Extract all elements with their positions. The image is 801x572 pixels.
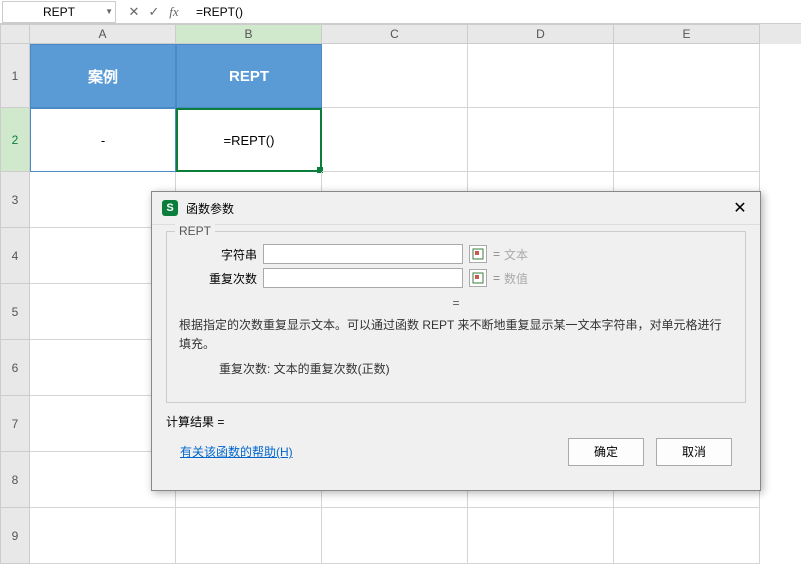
param-label-number: 重复次数 [179,270,263,287]
param-input-number[interactable] [263,268,463,288]
function-description: 根据指定的次数重复显示文本。可以通过函数 REPT 来不断地重复显示某一文本字符… [179,316,733,354]
range-selector-icon[interactable] [469,269,487,287]
row-header-5[interactable]: 5 [0,284,30,340]
row-header-8[interactable]: 8 [0,452,30,508]
accept-formula-icon[interactable]: ✓ [146,4,162,20]
cell-B2[interactable]: =REPT() [176,108,322,172]
cell-C2[interactable] [322,108,468,172]
function-name-label: REPT [175,224,215,238]
calc-result-label: 计算结果 = [166,413,746,430]
col-header-A[interactable]: A [30,24,176,44]
dialog-title: 函数参数 [186,200,730,217]
select-all-corner[interactable] [0,24,30,44]
cell-A9[interactable] [30,508,176,564]
row-header-1[interactable]: 1 [0,44,30,108]
equals-label: = [493,247,500,261]
formula-input[interactable] [190,1,801,23]
row-header-9[interactable]: 9 [0,508,30,564]
app-icon: S [162,200,178,216]
row-header-2[interactable]: 2 [0,108,30,172]
cell-D2[interactable] [468,108,614,172]
cancel-formula-icon[interactable]: ✕ [126,4,142,20]
col-header-E[interactable]: E [614,24,760,44]
dialog-titlebar[interactable]: S 函数参数 ✕ [152,192,760,225]
cell-A2[interactable]: - [30,108,176,172]
cell-C1[interactable] [322,44,468,108]
cell-B1[interactable]: REPT [176,44,322,108]
cell-B9[interactable] [176,508,322,564]
name-box[interactable]: REPT ▼ [2,1,116,23]
param-hint-text: 文本 [504,246,528,263]
range-selector-icon[interactable] [469,245,487,263]
cell-E1[interactable] [614,44,760,108]
cell-A1[interactable]: 案例 [30,44,176,108]
help-link[interactable]: 有关该函数的帮助(H) [180,443,293,460]
param-hint-number: 数值 [504,270,528,287]
params-fieldset: REPT 字符串 = 文本 重复次数 = 数值 = 根据指定的次数 [166,231,746,403]
chevron-down-icon[interactable]: ▼ [105,7,113,16]
row-header-6[interactable]: 6 [0,340,30,396]
row-header-3[interactable]: 3 [0,172,30,228]
cell-C9[interactable] [322,508,468,564]
col-header-D[interactable]: D [468,24,614,44]
param-label-text: 字符串 [179,246,263,263]
col-header-B[interactable]: B [176,24,322,44]
result-equals: = [179,296,733,310]
function-arguments-dialog: S 函数参数 ✕ REPT 字符串 = 文本 重复次数 = [151,191,761,491]
cell-B2-value: =REPT() [224,133,275,148]
ok-button[interactable]: 确定 [568,438,644,466]
close-icon[interactable]: ✕ [730,198,750,218]
cell-E9[interactable] [614,508,760,564]
param-input-text[interactable] [263,244,463,264]
cell-D9[interactable] [468,508,614,564]
cell-E2[interactable] [614,108,760,172]
name-box-value: REPT [43,5,75,19]
row-header-4[interactable]: 4 [0,228,30,284]
fx-icon[interactable]: fx [166,4,182,20]
col-header-C[interactable]: C [322,24,468,44]
cell-D1[interactable] [468,44,614,108]
param-description: 重复次数: 文本的重复次数(正数) [179,360,733,379]
cancel-button[interactable]: 取消 [656,438,732,466]
equals-label: = [493,271,500,285]
row-header-7[interactable]: 7 [0,396,30,452]
